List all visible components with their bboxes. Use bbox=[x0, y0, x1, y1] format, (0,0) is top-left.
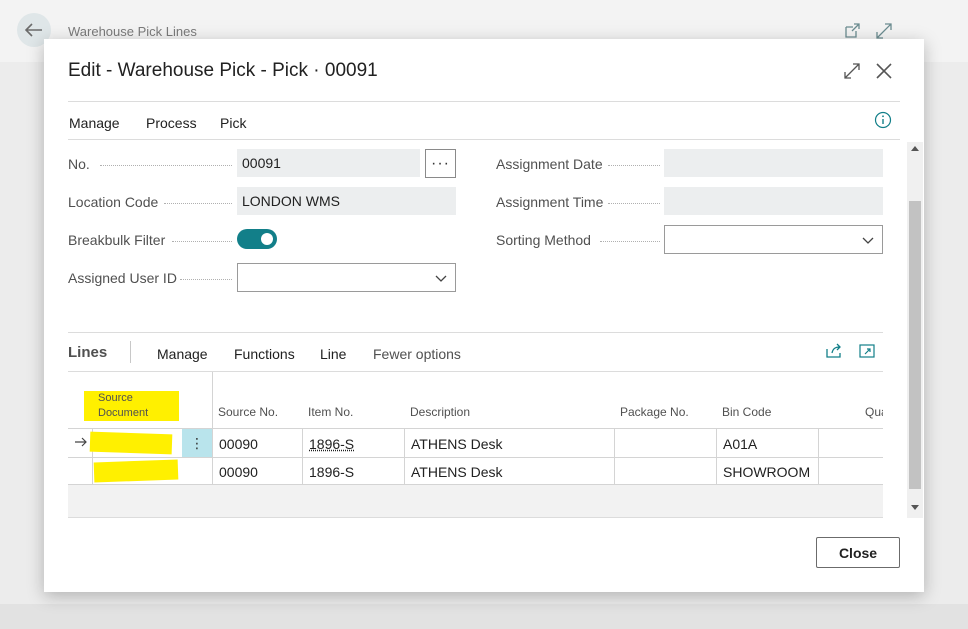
close-dialog-button[interactable] bbox=[872, 59, 896, 83]
no-label: No. bbox=[68, 156, 90, 172]
assignment-time-label: Assignment Time bbox=[496, 194, 604, 210]
breakbulk-filter-label: Breakbulk Filter bbox=[68, 232, 166, 248]
expand-icon[interactable] bbox=[875, 22, 893, 40]
no-lookup-button[interactable]: ··· bbox=[425, 149, 456, 178]
dotted-leader bbox=[600, 241, 660, 242]
dotted-leader bbox=[164, 203, 232, 204]
grid-bottom-divider bbox=[68, 517, 883, 518]
column-header-package-no[interactable]: Package No. bbox=[620, 405, 689, 419]
row-divider bbox=[68, 457, 883, 458]
grid-empty-row bbox=[68, 485, 883, 517]
column-header-source-document[interactable]: Source Document bbox=[84, 391, 179, 421]
menu-process[interactable]: Process bbox=[146, 115, 197, 131]
lines-separator bbox=[130, 341, 131, 363]
location-code-field[interactable]: LONDON WMS bbox=[237, 187, 456, 215]
cell-divider bbox=[614, 428, 615, 484]
lines-section-title: Lines bbox=[68, 344, 108, 361]
lines-functions[interactable]: Functions bbox=[234, 346, 295, 362]
dialog-title: Edit - Warehouse Pick - Pick · 00091 bbox=[68, 60, 378, 81]
assignment-date-label: Assignment Date bbox=[496, 156, 603, 172]
column-header-item-no[interactable]: Item No. bbox=[308, 405, 353, 419]
title-divider bbox=[68, 101, 900, 102]
row1-bin-code[interactable]: A01A bbox=[723, 436, 757, 452]
row2-bin-code[interactable]: SHOWROOM bbox=[723, 464, 810, 480]
menu-pick[interactable]: Pick bbox=[220, 115, 246, 131]
cell-divider bbox=[716, 428, 717, 484]
current-row-arrow-icon bbox=[75, 437, 87, 447]
chevron-down-icon bbox=[862, 237, 874, 244]
menu-divider bbox=[68, 139, 900, 140]
arrow-left-icon bbox=[25, 23, 42, 37]
background-footer bbox=[0, 604, 968, 629]
no-field[interactable]: 00091 bbox=[237, 149, 420, 177]
source-document-cell-highlight[interactable] bbox=[89, 431, 173, 455]
share-icon[interactable] bbox=[825, 343, 843, 359]
dotted-leader bbox=[172, 241, 232, 242]
column-header-bin-code[interactable]: Bin Code bbox=[722, 405, 771, 419]
expand-icon bbox=[844, 63, 860, 79]
breakbulk-filter-toggle[interactable] bbox=[237, 229, 277, 249]
close-icon bbox=[876, 63, 892, 79]
assignment-date-field[interactable] bbox=[664, 149, 883, 177]
menu-manage[interactable]: Manage bbox=[69, 115, 120, 131]
dotted-leader bbox=[180, 279, 232, 280]
row2-source-no[interactable]: 00090 bbox=[219, 464, 258, 480]
assigned-user-id-label: Assigned User ID bbox=[68, 270, 177, 286]
dotted-leader bbox=[100, 165, 232, 166]
info-icon[interactable] bbox=[874, 111, 892, 129]
assignment-time-field[interactable] bbox=[664, 187, 883, 215]
scroll-up-arrow[interactable] bbox=[911, 146, 919, 151]
source-document-cell-highlight[interactable] bbox=[93, 459, 179, 483]
lines-line[interactable]: Line bbox=[320, 346, 346, 362]
close-button[interactable]: Close bbox=[816, 537, 900, 568]
cell-divider bbox=[404, 428, 405, 484]
column-header-description[interactable]: Description bbox=[410, 405, 470, 419]
row1-item-no[interactable]: 1896-S bbox=[309, 436, 354, 452]
scroll-down-arrow[interactable] bbox=[911, 505, 919, 510]
background-page-title: Warehouse Pick Lines bbox=[68, 24, 197, 39]
row2-item-no[interactable]: 1896-S bbox=[309, 464, 354, 480]
location-code-label: Location Code bbox=[68, 194, 159, 210]
dotted-leader bbox=[608, 203, 660, 204]
cell-divider bbox=[818, 428, 819, 484]
open-in-new-window-icon[interactable] bbox=[843, 22, 861, 40]
edit-warehouse-pick-dialog: Edit - Warehouse Pick - Pick · 00091 Man… bbox=[44, 39, 924, 592]
sorting-method-label: Sorting Method bbox=[496, 232, 591, 248]
row2-description[interactable]: ATHENS Desk bbox=[411, 464, 503, 480]
column-header-quantity[interactable]: Qua bbox=[865, 405, 883, 419]
column-header-source-no[interactable]: Source No. bbox=[218, 405, 278, 419]
cell-divider bbox=[302, 428, 303, 484]
expand-dialog-button[interactable] bbox=[840, 59, 864, 83]
lines-grid: Source Document Source No. Item No. Desc… bbox=[68, 370, 883, 517]
lines-manage[interactable]: Manage bbox=[157, 346, 208, 362]
toggle-knob bbox=[261, 233, 273, 245]
pop-out-icon[interactable] bbox=[858, 343, 876, 359]
row-actions-button[interactable]: ⋮ bbox=[182, 429, 212, 457]
row1-source-no[interactable]: 00090 bbox=[219, 436, 258, 452]
scrollbar-thumb[interactable] bbox=[909, 201, 921, 489]
sorting-method-select[interactable] bbox=[664, 225, 883, 254]
lines-divider bbox=[68, 332, 883, 333]
row1-description[interactable]: ATHENS Desk bbox=[411, 436, 503, 452]
dotted-leader bbox=[608, 165, 660, 166]
assigned-user-id-select[interactable] bbox=[237, 263, 456, 292]
lines-fewer-options[interactable]: Fewer options bbox=[373, 346, 461, 362]
chevron-down-icon bbox=[435, 275, 447, 282]
